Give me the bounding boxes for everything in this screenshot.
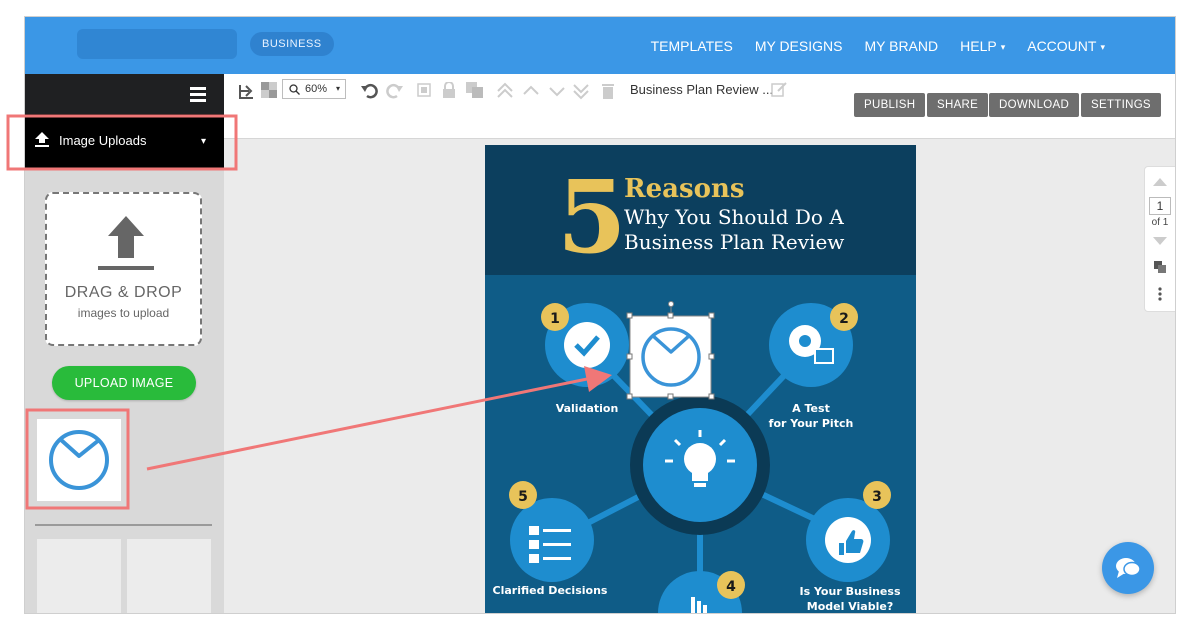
highlight-box-thumbnail <box>25 408 130 510</box>
annotation-arrow-line <box>146 376 593 471</box>
highlight-box-uploads <box>6 114 238 171</box>
annotation-arrowhead <box>584 366 612 392</box>
annotation-overlay <box>6 114 612 510</box>
